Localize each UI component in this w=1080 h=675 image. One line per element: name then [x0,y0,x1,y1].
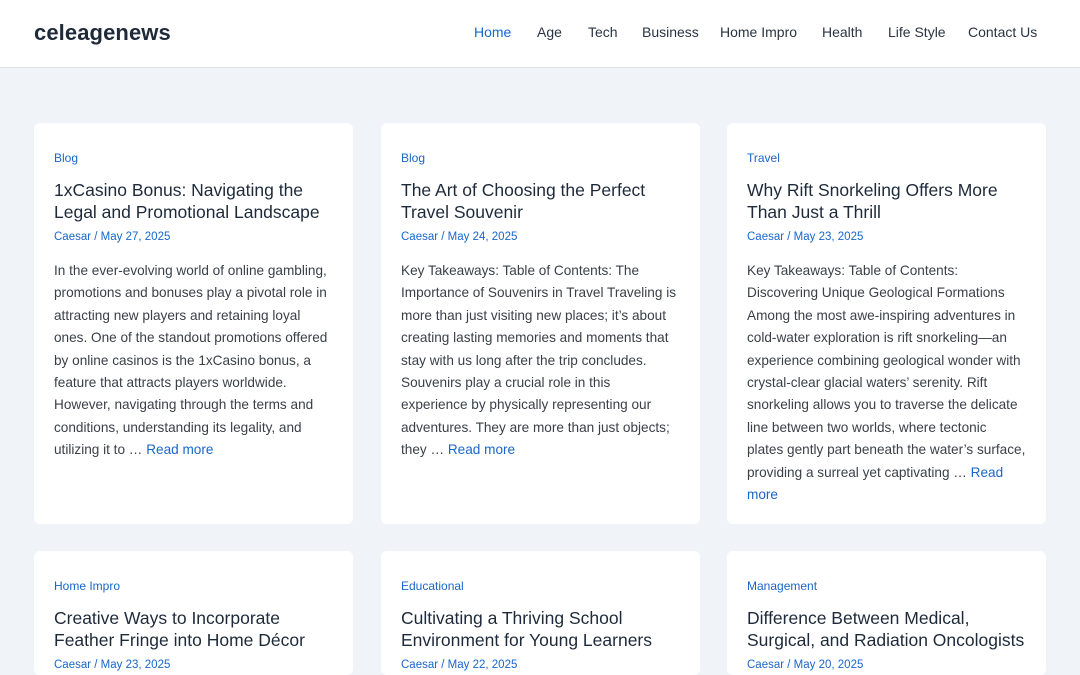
nav-item-health[interactable]: Health [822,24,862,40]
post-date-link[interactable]: May 22, 2025 [448,659,518,671]
post-excerpt: Key Takeaways: Table of Contents: The Im… [401,260,680,462]
post-category-link[interactable]: Management [747,575,1026,597]
nav-item-contact-us[interactable]: Contact Us [968,24,1037,40]
post-category-link[interactable]: Home Impro [54,575,333,597]
read-more-link[interactable]: Read more [146,442,213,457]
post-author-link[interactable]: Caesar [54,231,91,243]
post-meta: Caesar / May 23, 2025 [54,657,333,673]
post-title-link[interactable]: 1xCasino Bonus: Navigating the Legal and… [54,179,333,223]
post-card: Home Impro Creative Ways to Incorporate … [34,551,353,675]
post-card: Management Difference Between Medical, S… [727,551,1046,675]
post-title-link[interactable]: Why Rift Snorkeling Offers More Than Jus… [747,179,1026,223]
nav-item-age[interactable]: Age [537,24,562,40]
nav-item-home[interactable]: Home [474,24,511,40]
post-title-link[interactable]: The Art of Choosing the Perfect Travel S… [401,179,680,223]
nav-item-tech[interactable]: Tech [588,24,618,40]
post-excerpt-text: In the ever-evolving world of online gam… [54,263,328,458]
post-meta: Caesar / May 24, 2025 [401,229,680,245]
nav-item-life-style[interactable]: Life Style [888,24,946,40]
post-title-link[interactable]: Cultivating a Thriving School Environmen… [401,607,680,651]
site-header: celeagenews Home Age Tech Business Home … [0,0,1080,68]
post-category-link[interactable]: Travel [747,147,1026,169]
post-category-link[interactable]: Blog [54,147,333,169]
post-card: Travel Why Rift Snorkeling Offers More T… [727,123,1046,524]
post-date-link[interactable]: May 27, 2025 [101,231,171,243]
post-meta: Caesar / May 22, 2025 [401,657,680,673]
post-excerpt-text: Key Takeaways: Table of Contents: The Im… [401,263,677,458]
post-author-link[interactable]: Caesar [401,231,438,243]
post-date-link[interactable]: May 20, 2025 [794,659,864,671]
nav-item-home-impro[interactable]: Home Impro [720,24,797,40]
post-excerpt-text: Key Takeaways: Table of Contents: Discov… [747,263,1026,480]
post-excerpt: In the ever-evolving world of online gam… [54,260,333,462]
post-card: Educational Cultivating a Thriving Schoo… [381,551,700,675]
post-author-link[interactable]: Caesar [54,659,91,671]
post-meta: Caesar / May 20, 2025 [747,657,1026,673]
post-date-link[interactable]: May 24, 2025 [448,231,518,243]
post-excerpt: Key Takeaways: Table of Contents: Discov… [747,260,1026,506]
post-card: Blog The Art of Choosing the Perfect Tra… [381,123,700,524]
post-author-link[interactable]: Caesar [747,231,784,243]
nav-item-business[interactable]: Business [642,24,699,40]
post-title-link[interactable]: Difference Between Medical, Surgical, an… [747,607,1026,651]
post-category-link[interactable]: Educational [401,575,680,597]
post-title-link[interactable]: Creative Ways to Incorporate Feather Fri… [54,607,333,651]
read-more-link[interactable]: Read more [448,442,515,457]
post-date-link[interactable]: May 23, 2025 [101,659,171,671]
post-author-link[interactable]: Caesar [747,659,784,671]
post-meta: Caesar / May 27, 2025 [54,229,333,245]
post-category-link[interactable]: Blog [401,147,680,169]
post-date-link[interactable]: May 23, 2025 [794,231,864,243]
post-author-link[interactable]: Caesar [401,659,438,671]
post-meta: Caesar / May 23, 2025 [747,229,1026,245]
post-card: Blog 1xCasino Bonus: Navigating the Lega… [34,123,353,524]
site-logo[interactable]: celeagenews [34,20,171,46]
